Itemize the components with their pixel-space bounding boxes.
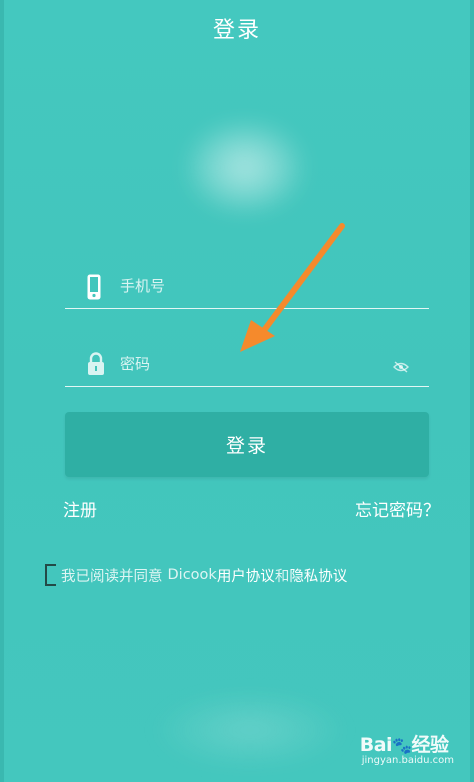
login-screen: 登录 登录 注册 忘记 xyxy=(0,0,474,782)
arrow-annotation xyxy=(240,223,345,352)
